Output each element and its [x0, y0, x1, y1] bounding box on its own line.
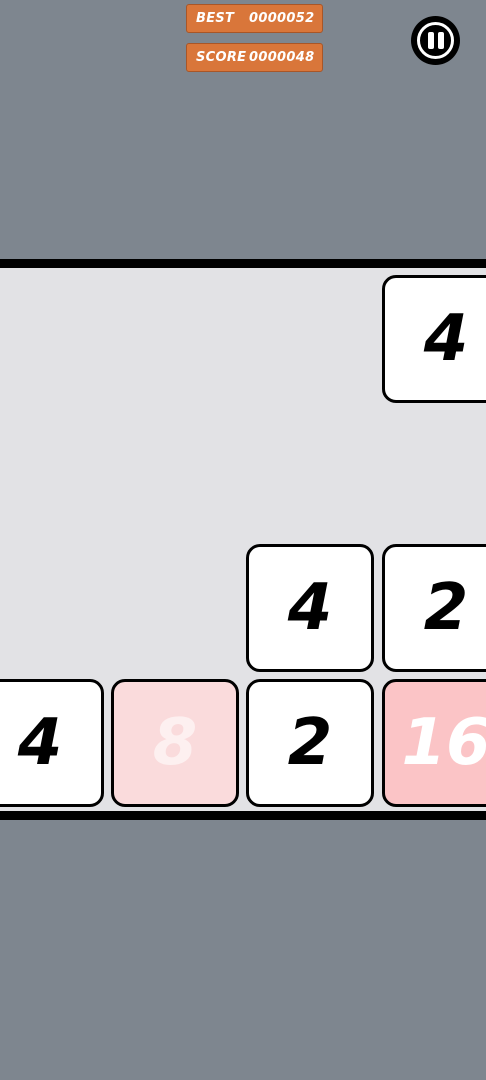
board-top-border: [0, 259, 486, 268]
score-value: 0000048: [249, 50, 315, 65]
pause-icon: [417, 22, 454, 59]
board-bottom-border: [0, 811, 486, 820]
tile: 4: [0, 679, 104, 807]
score-label: SCORE: [196, 50, 247, 65]
score-badge: SCORE 0000048: [186, 43, 323, 72]
tile: 4: [246, 544, 374, 672]
pause-bar-right: [437, 32, 444, 49]
best-score-badge: BEST 0000052: [186, 4, 323, 33]
pause-button[interactable]: [411, 16, 460, 65]
pause-bar-left: [427, 32, 434, 49]
game-board[interactable]: 4 4 2 4 8 2 16: [0, 268, 486, 811]
tile: 8: [111, 679, 239, 807]
best-value: 0000052: [249, 11, 315, 26]
tile: 16: [382, 679, 486, 807]
tile-falling: 4: [382, 275, 486, 403]
tile: 2: [382, 544, 486, 672]
tile: 2: [246, 679, 374, 807]
best-label: BEST: [196, 11, 235, 26]
